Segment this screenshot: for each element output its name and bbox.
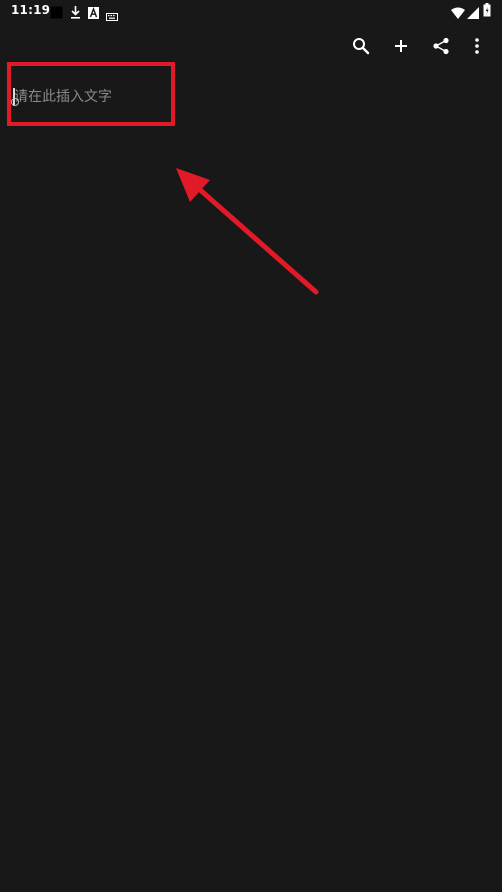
annotation-arrow: [176, 168, 319, 295]
